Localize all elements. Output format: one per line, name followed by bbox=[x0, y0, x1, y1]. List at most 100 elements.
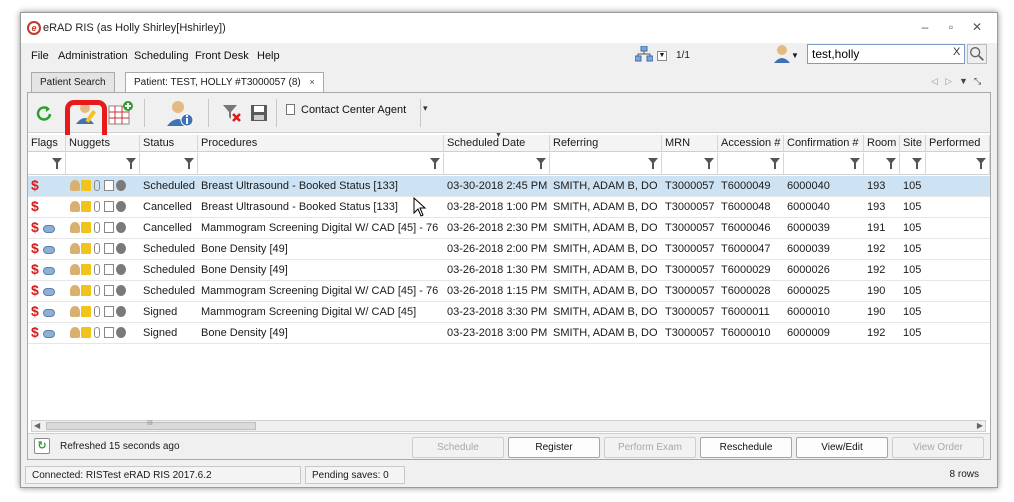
document-nugget-icon[interactable] bbox=[104, 327, 114, 338]
search-icon[interactable] bbox=[967, 44, 987, 64]
clear-search-button[interactable]: X bbox=[953, 46, 960, 58]
patient-nugget-icon[interactable] bbox=[70, 201, 80, 212]
col-performed-header[interactable]: Performed bbox=[926, 135, 990, 152]
patient-nugget-icon[interactable] bbox=[70, 285, 80, 296]
filter-icon[interactable] bbox=[52, 158, 62, 169]
patient-info-icon[interactable] bbox=[166, 99, 194, 127]
patient-nugget-icon[interactable] bbox=[70, 327, 80, 338]
attachment-nugget-icon[interactable] bbox=[94, 201, 100, 212]
folder-nugget-icon[interactable] bbox=[81, 327, 91, 338]
attachment-nugget-icon[interactable] bbox=[94, 264, 100, 275]
filter-icon[interactable] bbox=[912, 158, 922, 169]
tab-next-icon[interactable]: ▷ bbox=[945, 76, 952, 87]
menu-file[interactable]: File bbox=[31, 50, 49, 62]
scroll-left-icon[interactable]: ◀ bbox=[34, 421, 40, 430]
col-mrn-filter[interactable] bbox=[662, 153, 718, 175]
tab-prev-icon[interactable]: ◁ bbox=[931, 76, 938, 87]
toolbar-overflow-icon[interactable]: ▾ bbox=[423, 103, 428, 114]
info-nugget-icon[interactable] bbox=[116, 222, 126, 233]
user-dropdown-caret[interactable]: ▼ bbox=[791, 51, 799, 60]
col-nuggets-header[interactable]: Nuggets bbox=[66, 135, 140, 152]
scroll-right-icon[interactable]: ▶ bbox=[977, 421, 983, 430]
col-confirmation-filter[interactable] bbox=[784, 153, 864, 175]
folder-nugget-icon[interactable] bbox=[81, 180, 91, 191]
attachment-nugget-icon[interactable] bbox=[94, 180, 100, 191]
patient-nugget-icon[interactable] bbox=[70, 243, 80, 254]
scrollbar-thumb[interactable]: III bbox=[46, 420, 256, 430]
folder-nugget-icon[interactable] bbox=[81, 243, 91, 254]
view-edit-button[interactable]: View/Edit bbox=[796, 437, 888, 458]
close-window-button[interactable]: ✕ bbox=[967, 19, 987, 35]
folder-nugget-icon[interactable] bbox=[81, 201, 91, 212]
table-row[interactable]: $ Scheduled Breast Ultrasound - Booked Sta… bbox=[28, 176, 990, 197]
attachment-nugget-icon[interactable] bbox=[94, 243, 100, 254]
folder-nugget-icon[interactable] bbox=[81, 222, 91, 233]
patient-nugget-icon[interactable] bbox=[70, 264, 80, 275]
document-nugget-icon[interactable] bbox=[104, 222, 114, 233]
document-nugget-icon[interactable] bbox=[104, 285, 114, 296]
table-row[interactable]: $ Signed Mammogram Screening Digital W/ CA… bbox=[28, 302, 990, 323]
clear-filter-icon[interactable] bbox=[222, 101, 242, 125]
schedule-button[interactable]: Schedule bbox=[412, 437, 504, 458]
folder-nugget-icon[interactable] bbox=[81, 285, 91, 296]
document-nugget-icon[interactable] bbox=[104, 306, 114, 317]
col-procedures-header[interactable]: Procedures bbox=[198, 135, 444, 152]
attachment-nugget-icon[interactable] bbox=[94, 306, 100, 317]
menu-front-desk[interactable]: Front Desk bbox=[195, 50, 249, 62]
network-icon[interactable] bbox=[635, 46, 653, 62]
info-nugget-icon[interactable] bbox=[116, 201, 126, 212]
col-confirmation-header[interactable]: Confirmation # bbox=[784, 135, 864, 152]
filter-icon[interactable] bbox=[886, 158, 896, 169]
contact-center-agent-button[interactable]: Contact Center Agent bbox=[286, 104, 406, 116]
filter-icon[interactable] bbox=[648, 158, 658, 169]
col-referring-header[interactable]: Referring bbox=[550, 135, 662, 152]
filter-icon[interactable] bbox=[704, 158, 714, 169]
filter-icon[interactable] bbox=[430, 158, 440, 169]
filter-icon[interactable] bbox=[850, 158, 860, 169]
document-nugget-icon[interactable] bbox=[104, 180, 114, 191]
save-icon[interactable] bbox=[250, 104, 268, 122]
register-button[interactable]: Register bbox=[508, 437, 600, 458]
col-status-filter[interactable] bbox=[140, 153, 198, 175]
col-accession-filter[interactable] bbox=[718, 153, 784, 175]
add-appointment-icon[interactable] bbox=[108, 101, 134, 125]
document-nugget-icon[interactable] bbox=[104, 264, 114, 275]
filter-icon[interactable] bbox=[184, 158, 194, 169]
patient-search-input[interactable] bbox=[807, 44, 965, 64]
col-performed-filter[interactable] bbox=[926, 153, 990, 175]
minimize-button[interactable]: – bbox=[915, 19, 935, 35]
attachment-nugget-icon[interactable] bbox=[94, 222, 100, 233]
tab-restore-icon[interactable]: ⤡ bbox=[974, 76, 981, 87]
table-row[interactable]: $ Signed Bone Density [49] 03-23-2018 3:00 … bbox=[28, 323, 990, 344]
info-nugget-icon[interactable] bbox=[116, 180, 126, 191]
table-row[interactable]: $ Scheduled Bone Density [49] 03-26-2018 1:… bbox=[28, 260, 990, 281]
folder-nugget-icon[interactable] bbox=[81, 264, 91, 275]
perform-exam-button[interactable]: Perform Exam bbox=[604, 437, 696, 458]
close-tab-icon[interactable]: × bbox=[310, 77, 315, 87]
col-mrn-header[interactable]: MRN bbox=[662, 135, 718, 152]
table-row[interactable]: $ Cancelled Mammogram Screening Digital W/… bbox=[28, 218, 990, 239]
col-room-header[interactable]: Room bbox=[864, 135, 900, 152]
col-flags-header[interactable]: Flags bbox=[28, 135, 66, 152]
attachment-nugget-icon[interactable] bbox=[94, 285, 100, 296]
horizontal-scrollbar[interactable]: ◀ III ▶ bbox=[31, 420, 986, 432]
patient-nugget-icon[interactable] bbox=[70, 306, 80, 317]
col-nuggets-filter[interactable] bbox=[66, 153, 140, 175]
info-nugget-icon[interactable] bbox=[116, 243, 126, 254]
reschedule-button[interactable]: Reschedule bbox=[700, 437, 792, 458]
table-row[interactable]: $ Scheduled Mammogram Screening Digital W/… bbox=[28, 281, 990, 302]
menu-scheduling[interactable]: Scheduling bbox=[134, 50, 188, 62]
tab-list-icon[interactable]: ▼ bbox=[959, 76, 968, 86]
col-flags-filter[interactable] bbox=[28, 153, 66, 175]
info-nugget-icon[interactable] bbox=[116, 306, 126, 317]
col-status-header[interactable]: Status bbox=[140, 135, 198, 152]
info-nugget-icon[interactable] bbox=[116, 327, 126, 338]
col-accession-header[interactable]: Accession # bbox=[718, 135, 784, 152]
tab-patient-record[interactable]: Patient: TEST, HOLLY #T3000057 (8) × bbox=[125, 72, 324, 93]
filter-icon[interactable] bbox=[126, 158, 136, 169]
menu-help[interactable]: Help bbox=[257, 50, 280, 62]
user-icon[interactable] bbox=[773, 44, 791, 64]
view-order-button[interactable]: View Order bbox=[892, 437, 984, 458]
info-nugget-icon[interactable] bbox=[116, 264, 126, 275]
menu-administration[interactable]: Administration bbox=[58, 50, 128, 62]
